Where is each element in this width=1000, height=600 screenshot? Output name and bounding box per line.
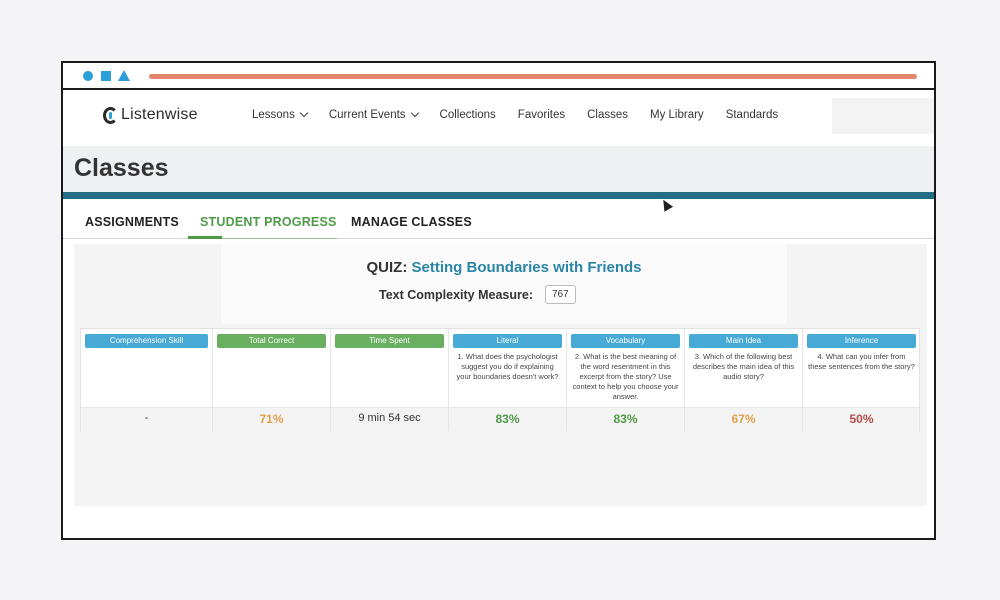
nav-item-lessons[interactable]: Lessons [252, 108, 309, 121]
nav-item-my-library[interactable]: My Library [650, 109, 704, 121]
question-text[interactable]: 3. Which of the following best describes… [690, 352, 797, 382]
column-header: Inference [807, 334, 916, 348]
column-header: Total Correct [217, 334, 326, 348]
tab-assignments[interactable]: ASSIGNMENTS [85, 215, 179, 229]
tab-student-progress[interactable]: STUDENT PROGRESS [200, 215, 337, 229]
column-header: Vocabulary [571, 334, 680, 348]
text-complexity: Text Complexity Measure: 767 [379, 285, 576, 304]
page-header: Classes [63, 146, 934, 192]
quiz-name[interactable]: Setting Boundaries with Friends [411, 259, 641, 276]
browser-frame: Listenwise Lessons Current Events Collec… [61, 61, 936, 540]
address-bar[interactable] [149, 74, 917, 79]
nav-item-classes[interactable]: Classes [587, 109, 628, 121]
column-header: Time Spent [335, 334, 444, 348]
nav-menu: Lessons Current Events Collections Favor… [252, 108, 800, 121]
column-value: 83% [613, 412, 638, 426]
search-area[interactable] [832, 98, 934, 134]
mouse-cursor-icon [658, 197, 674, 212]
column-main-idea: Main Idea 3. Which of the following best… [685, 329, 803, 431]
column-header: Main Idea [689, 334, 798, 348]
column-header: Comprehension Skill [85, 334, 208, 348]
header-divider [63, 192, 934, 199]
tcm-label: Text Complexity Measure: [379, 287, 533, 302]
question-text[interactable]: 1. What does the psychologist suggest yo… [454, 352, 561, 382]
column-header: Literal [453, 334, 562, 348]
active-tab-indicator [188, 236, 222, 239]
column-literal: Literal 1. What does the psychologist su… [449, 329, 567, 431]
question-text[interactable]: 2. What is the best meaning of the word … [572, 352, 679, 402]
triangle-icon [118, 70, 130, 81]
column-value: 50% [849, 412, 874, 426]
page-title: Classes [74, 154, 169, 182]
tcm-value: 767 [544, 285, 576, 304]
nav-item-label: Classes [587, 109, 628, 121]
nav-item-current-events[interactable]: Current Events [328, 108, 419, 121]
progress-content: QUIZ: Setting Boundaries with Friends Te… [74, 244, 927, 506]
logo[interactable]: Listenwise [103, 106, 198, 124]
column-vocabulary: Vocabulary 2. What is the best meaning o… [567, 329, 685, 431]
listenwise-logo-icon [103, 106, 118, 124]
chevron-down-icon [410, 108, 419, 118]
quiz-header: QUIZ: Setting Boundaries with Friends Te… [221, 244, 787, 324]
column-value: 9 min 54 sec [358, 412, 421, 424]
chevron-down-icon [299, 108, 309, 118]
progress-grid: Comprehension Skill - Total Correct 71% … [80, 328, 920, 432]
nav-item-collections[interactable]: Collections [440, 109, 496, 121]
active-tab-indicator-line [222, 238, 337, 239]
column-value: - [144, 412, 149, 424]
tab-manage-classes[interactable]: MANAGE CLASSES [351, 215, 472, 229]
column-comprehension-skill: Comprehension Skill - [81, 329, 213, 431]
column-inference: Inference 4. What can you infer from the… [803, 329, 920, 431]
column-value: 67% [731, 412, 756, 426]
nav-item-label: My Library [650, 109, 704, 121]
nav-item-label: Favorites [517, 109, 566, 121]
nav-item-favorites[interactable]: Favorites [518, 109, 565, 121]
square-icon [101, 71, 111, 81]
tab-bar: ASSIGNMENTS STUDENT PROGRESS MANAGE CLAS… [63, 197, 934, 239]
browser-chrome [63, 63, 934, 90]
column-time-spent: Time Spent 9 min 54 sec [331, 329, 449, 431]
nav-item-label: Current Events [328, 109, 406, 121]
nav-item-label: Standards [725, 109, 779, 121]
quiz-prefix: QUIZ: [366, 259, 408, 276]
column-total-correct: Total Correct 71% [213, 329, 331, 431]
column-value: 71% [259, 412, 284, 426]
column-value: 83% [495, 412, 520, 426]
nav-item-label: Lessons [252, 109, 295, 121]
nav-item-standards[interactable]: Standards [726, 109, 778, 121]
logo-text: Listenwise [121, 106, 198, 123]
quiz-title: QUIZ: Setting Boundaries with Friends [221, 259, 787, 276]
nav-item-label: Collections [439, 109, 496, 121]
circle-icon [83, 71, 93, 81]
top-navigation: Listenwise Lessons Current Events Collec… [63, 90, 934, 146]
question-text[interactable]: 4. What can you infer from these sentenc… [808, 352, 915, 372]
